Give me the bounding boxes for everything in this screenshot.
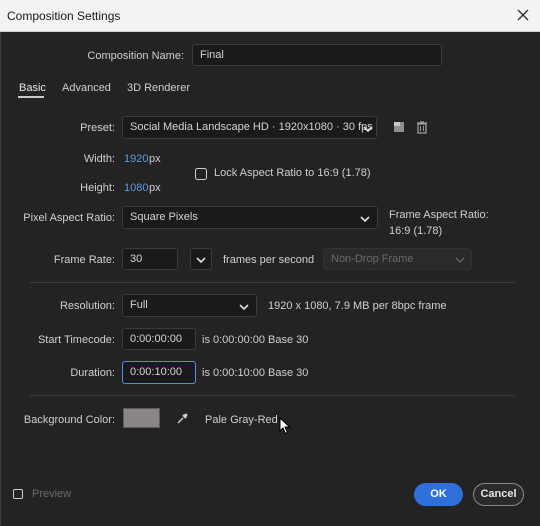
width-label: Width:: [83, 153, 115, 165]
tab-3d-renderer[interactable]: 3D Renderer: [127, 82, 190, 94]
resolution-dropdown[interactable]: Full: [122, 294, 257, 317]
background-color-label: Background Color:: [23, 414, 115, 426]
chevron-down-icon: [454, 253, 466, 265]
duration-label: Duration:: [70, 367, 115, 379]
background-color-swatch[interactable]: [123, 408, 160, 428]
preset-value: Social Media Landscape HD · 1920x1080 · …: [130, 121, 373, 133]
frame-rate-label: Frame Rate:: [53, 254, 115, 266]
resolution-label: Resolution:: [59, 300, 115, 312]
window-title: Composition Settings: [7, 9, 121, 23]
height-value[interactable]: 1080: [124, 182, 148, 194]
section-divider: [30, 395, 515, 396]
preset-label: Preset:: [80, 122, 115, 134]
width-unit: px: [149, 153, 161, 165]
tab-basic[interactable]: Basic: [19, 82, 46, 94]
start-timecode-info: is 0:00:00:00 Base 30: [202, 334, 309, 346]
frame-aspect-label: Frame Aspect Ratio:: [389, 209, 489, 221]
comp-name-label: Composition Name:: [87, 50, 184, 62]
resolution-info: 1920 x 1080, 7.9 MB per 8bpc frame: [268, 300, 447, 312]
window-titlebar: Composition Settings: [0, 0, 540, 32]
pixel-aspect-value: Square Pixels: [130, 211, 198, 223]
width-value[interactable]: 1920: [124, 153, 148, 165]
height-unit: px: [149, 182, 161, 194]
mouse-cursor-icon: [279, 416, 292, 435]
trash-icon[interactable]: [415, 120, 429, 134]
preset-dropdown[interactable]: Social Media Landscape HD · 1920x1080 · …: [122, 116, 377, 139]
drop-frame-value: Non-Drop Frame: [331, 253, 414, 265]
cancel-button[interactable]: Cancel: [473, 483, 524, 506]
resolution-value: Full: [130, 299, 148, 311]
frame-rate-dropdown[interactable]: [190, 248, 212, 270]
preview-checkbox[interactable]: [13, 489, 23, 499]
frame-rate-input[interactable]: 30: [122, 248, 178, 270]
close-icon[interactable]: [514, 6, 532, 24]
pixel-aspect-dropdown[interactable]: Square Pixels: [122, 206, 378, 229]
save-preset-icon[interactable]: [392, 120, 406, 134]
pixel-aspect-label: Pixel Aspect Ratio:: [23, 212, 115, 224]
drop-frame-dropdown: Non-Drop Frame: [323, 248, 472, 270]
duration-info: is 0:00:10:00 Base 30: [202, 367, 309, 379]
chevron-down-icon: [359, 212, 371, 224]
preview-label: Preview: [32, 488, 72, 500]
background-color-name: Pale Gray-Red: [205, 414, 278, 426]
height-label: Height:: [80, 182, 115, 194]
lock-aspect-label[interactable]: Lock Aspect Ratio to 16:9 (1.78): [214, 167, 371, 179]
start-timecode-label: Start Timecode:: [37, 334, 115, 346]
eyedropper-icon[interactable]: [176, 412, 189, 425]
chain-link-icon: [195, 168, 207, 180]
chevron-down-icon: [238, 300, 250, 312]
dialog-body: [0, 32, 540, 526]
comp-name-input[interactable]: Final: [192, 44, 442, 66]
frame-rate-unit: frames per second: [223, 254, 315, 266]
section-divider: [30, 282, 515, 283]
chevron-down-icon: [195, 253, 207, 265]
tab-active-underline: [18, 96, 44, 98]
chevron-down-icon: [362, 122, 374, 134]
ok-button[interactable]: OK: [414, 483, 463, 506]
frame-aspect-value: 16:9 (1.78): [389, 225, 443, 237]
start-timecode-input[interactable]: 0:00:00:00: [122, 328, 196, 350]
tab-advanced[interactable]: Advanced: [62, 82, 111, 94]
duration-input[interactable]: 0:00:10:00: [122, 361, 196, 384]
